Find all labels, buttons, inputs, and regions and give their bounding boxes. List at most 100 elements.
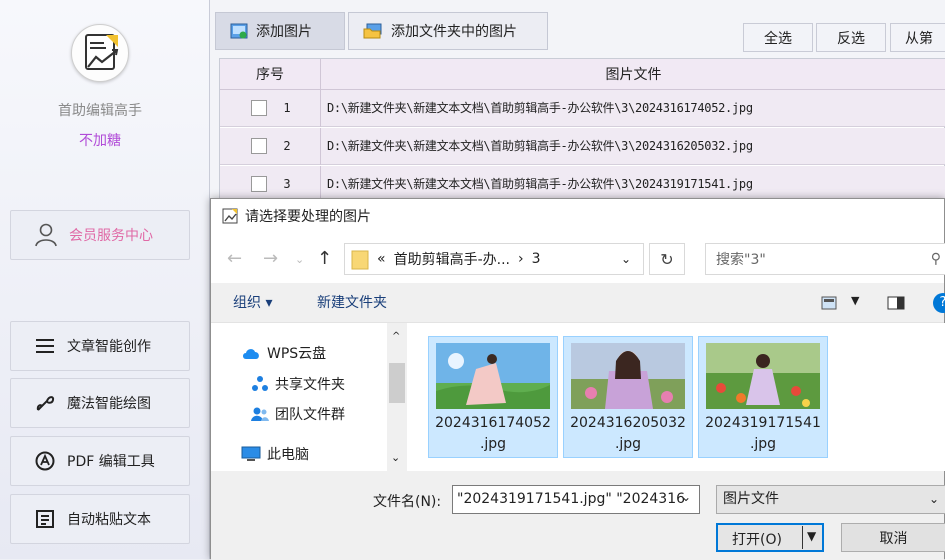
row-checkbox[interactable]: [251, 138, 267, 154]
address-parent[interactable]: 首助剪辑高手-办...: [394, 249, 510, 269]
dialog-title: 请选择要处理的图片: [245, 209, 371, 225]
nav-pdf-tools[interactable]: PDF 编辑工具: [10, 436, 190, 486]
filename-dropdown-icon[interactable]: ⌄: [681, 490, 691, 504]
open-dropdown-icon[interactable]: ▼: [807, 529, 816, 543]
dialog-app-icon: [222, 208, 238, 224]
dialog-title-bar: 请选择要处理的图片: [211, 199, 944, 233]
scroll-up-icon[interactable]: ^: [392, 331, 400, 342]
search-input[interactable]: 搜索"3" ⚲: [705, 243, 945, 275]
file-open-dialog: 请选择要处理的图片 ← → ⌄ ↑ « 首助剪辑高手-办... › 3 ⌄ ↻ …: [210, 198, 945, 560]
forward-arrow-icon[interactable]: →: [263, 248, 278, 269]
member-center-label: 会员服务中心: [69, 228, 153, 244]
refresh-button[interactable]: ↻: [649, 243, 685, 275]
organize-menu[interactable]: 组织 ▾: [233, 283, 272, 323]
file-item[interactable]: 2024316205032 .jpg: [563, 336, 693, 458]
nav-article-creation[interactable]: 文章智能创作: [10, 321, 190, 371]
help-icon[interactable]: ?: [933, 293, 945, 313]
file-name-line2: .jpg: [479, 436, 507, 452]
dialog-footer: 文件名(N): "2024319171541.jpg" "2024316 ⌄ 图…: [211, 471, 945, 560]
nav-magic-drawing[interactable]: 魔法智能绘图: [10, 378, 190, 428]
file-name-line1: 2024316174052: [435, 415, 551, 431]
nav-item-this-pc[interactable]: 此电脑: [241, 444, 309, 464]
nav-item-team-files[interactable]: 团队文件群: [251, 404, 345, 424]
new-folder-button[interactable]: 新建文件夹: [317, 283, 387, 323]
dialog-navigation-bar: ← → ⌄ ↑ « 首助剪辑高手-办... › 3 ⌄ ↻ 搜索"3" ⚲: [211, 233, 945, 283]
file-name-line2: .jpg: [614, 436, 642, 452]
address-dropdown-icon[interactable]: ⌄: [621, 252, 631, 266]
nav-pane-scrollbar[interactable]: ^ ⌄: [387, 323, 407, 471]
add-image-icon: [230, 23, 248, 39]
app-logo: [71, 24, 129, 82]
invert-selection-button[interactable]: 反选: [816, 23, 886, 52]
toolbar: 添加图片 添加文件夹中的图片 全选 反选 从第: [210, 0, 945, 56]
view-dropdown-icon[interactable]: ▼: [851, 294, 859, 307]
add-folder-images-button[interactable]: 添加文件夹中的图片: [348, 12, 548, 50]
history-chevron-icon[interactable]: ⌄: [295, 253, 304, 266]
file-name: 2024319171541 .jpg: [699, 413, 827, 455]
image-thumbnail: [706, 343, 820, 409]
up-arrow-icon[interactable]: ↑: [317, 248, 332, 269]
table-row[interactable]: 1 D:\新建文件夹\新建文本文档\首助剪辑高手-办公软件\3\20243161…: [220, 90, 945, 127]
file-item[interactable]: 2024319171541 .jpg: [698, 336, 828, 458]
filename-input[interactable]: "2024319171541.jpg" "2024316: [452, 485, 700, 514]
breadcrumb-separator-icon: ›: [517, 251, 524, 267]
select-all-button[interactable]: 全选: [743, 23, 813, 52]
open-button[interactable]: 打开(O) ▼: [716, 523, 824, 552]
nav-item-shared-folder[interactable]: 共享文件夹: [251, 374, 345, 394]
back-arrow-icon[interactable]: ←: [227, 248, 242, 269]
logo-chart-icon: [85, 34, 119, 70]
column-header-file: 图片文件: [321, 59, 945, 90]
menu-lines-icon: [36, 339, 54, 353]
member-center-button[interactable]: 会员服务中心: [10, 210, 190, 260]
nav-label: 文章智能创作: [67, 339, 151, 355]
filename-label: 文件名(N):: [373, 494, 442, 510]
folder-icon: [351, 250, 369, 270]
nav-auto-paste[interactable]: 自动粘贴文本: [10, 494, 190, 544]
view-options-icon[interactable]: [821, 296, 837, 310]
split-divider: [802, 526, 803, 549]
folder-image-icon: [363, 23, 382, 39]
image-thumbnail: [571, 343, 685, 409]
filetype-dropdown-icon: ⌄: [928, 492, 939, 506]
row-checkbox[interactable]: [251, 176, 267, 192]
user-icon: [35, 223, 57, 247]
file-name: 2024316174052 .jpg: [429, 413, 557, 455]
open-label: 打开(O): [732, 532, 782, 548]
row-file-path: D:\新建文件夹\新建文本文档\首助剪辑高手-办公软件\3\2024316174…: [327, 101, 753, 115]
from-page-button[interactable]: 从第: [890, 23, 945, 52]
row-divider: [320, 90, 321, 127]
address-prefix: «: [377, 251, 386, 267]
row-checkbox[interactable]: [251, 100, 267, 116]
sidebar: 首助编辑高手 不加糖 会员服务中心 文章智能创作 魔法智能绘图 PDF 编辑工具: [0, 0, 210, 559]
address-current[interactable]: 3: [532, 251, 541, 267]
app-tagline: 不加糖: [79, 133, 121, 149]
paste-icon: [36, 510, 54, 528]
scroll-down-icon[interactable]: ⌄: [391, 451, 400, 464]
column-header-index: 序号: [220, 59, 321, 90]
file-item[interactable]: 2024316174052 .jpg: [428, 336, 558, 458]
add-folder-images-label: 添加文件夹中的图片: [391, 24, 517, 40]
nav-item-label: 共享文件夹: [275, 377, 345, 393]
filetype-select[interactable]: 图片文件 ⌄: [716, 485, 945, 514]
refresh-icon: ↻: [660, 249, 674, 269]
magic-wand-icon: [36, 396, 55, 411]
row-index: 2: [283, 139, 291, 153]
file-name-line1: 2024319171541: [705, 415, 821, 431]
scroll-thumb[interactable]: [389, 363, 405, 403]
file-list-pane: 2024316174052 .jpg 2024316205032 .jpg 20…: [407, 323, 945, 471]
nav-item-label: 团队文件群: [275, 407, 345, 423]
address-bar[interactable]: « 首助剪辑高手-办... › 3 ⌄: [344, 243, 644, 275]
add-image-button[interactable]: 添加图片: [215, 12, 345, 50]
row-file-path: D:\新建文件夹\新建文本文档\首助剪辑高手-办公软件\3\2024316205…: [327, 139, 753, 153]
share-icon: [252, 376, 268, 391]
nav-item-wps-cloud[interactable]: WPS云盘: [241, 343, 326, 363]
nav-item-label: WPS云盘: [267, 346, 327, 362]
team-icon: [251, 407, 269, 421]
cancel-button[interactable]: 取消: [841, 523, 945, 552]
table-row[interactable]: 2 D:\新建文件夹\新建文本文档\首助剪辑高手-办公软件\3\20243162…: [220, 128, 945, 165]
preview-pane-icon[interactable]: [887, 296, 905, 310]
row-index: 1: [283, 101, 291, 115]
file-name: 2024316205032 .jpg: [564, 413, 692, 455]
file-name-line2: .jpg: [749, 436, 777, 452]
image-file-table: 序号 图片文件 1 D:\新建文件夹\新建文本文档\首助剪辑高手-办公软件\3\…: [219, 58, 945, 208]
